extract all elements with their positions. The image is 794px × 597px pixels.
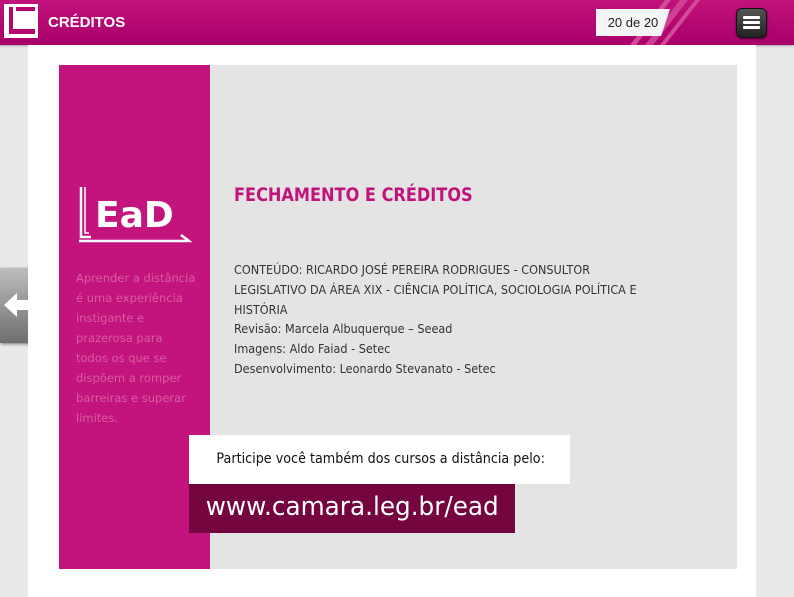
credits-list: Revisão: Marcela Albuquerque – Seead Ima… bbox=[234, 319, 496, 379]
participe-banner: Participe você também dos cursos a distâ… bbox=[189, 435, 570, 484]
page-title: CRÉDITOS bbox=[48, 14, 126, 31]
credit-imagens: Imagens: Aldo Faiad - Setec bbox=[234, 341, 391, 356]
ead-logo: EaD bbox=[79, 187, 192, 243]
ead-logo-text: EaD bbox=[95, 195, 174, 236]
credit-revisao: Revisão: Marcela Albuquerque – Seead bbox=[234, 321, 453, 336]
camara-logo-icon bbox=[4, 4, 38, 38]
hamburger-menu-icon[interactable] bbox=[736, 8, 767, 38]
ead-url-text: www.camara.leg.br/ead bbox=[205, 492, 499, 522]
top-bar: CRÉDITOS 20 de 20 bbox=[0, 0, 794, 45]
ead-url-link[interactable]: www.camara.leg.br/ead bbox=[189, 484, 515, 533]
tagline: Aprender a distância é uma experiência i… bbox=[76, 271, 196, 425]
page-counter: 20 de 20 bbox=[596, 9, 670, 36]
participe-text: Participe você também dos cursos a distâ… bbox=[216, 451, 545, 467]
credit-desenvolvimento: Desenvolvimento: Leonardo Stevanato - Se… bbox=[234, 361, 496, 376]
section-heading: FECHAMENTO E CRÉDITOS bbox=[234, 184, 473, 206]
content-author: CONTEÚDO: RICARDO JOSÉ PEREIRA RODRIGUES… bbox=[234, 262, 637, 317]
